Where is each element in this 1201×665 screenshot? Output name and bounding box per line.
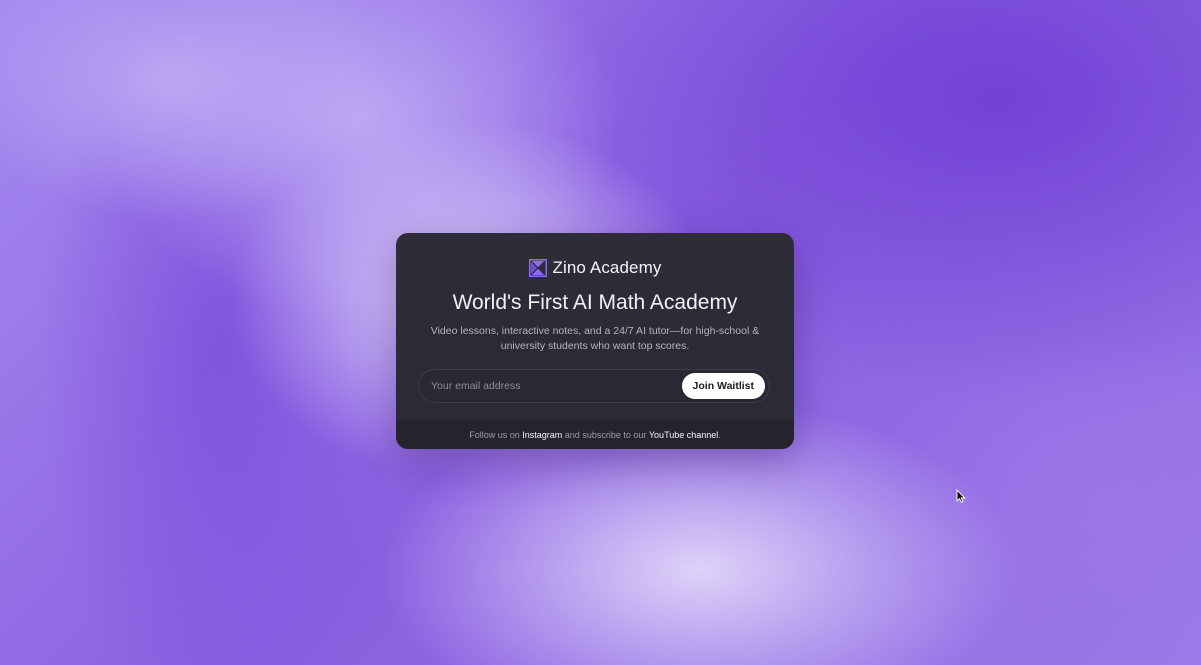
- youtube-channel-link[interactable]: YouTube channel: [649, 430, 718, 440]
- brand-name-strong: Zino: [552, 258, 586, 277]
- join-waitlist-button[interactable]: Join Waitlist: [681, 373, 765, 399]
- brand-name: Zino Academy: [553, 258, 662, 278]
- waitlist-card: Zino Academy World's First AI Math Acade…: [396, 233, 794, 449]
- social-footer: Follow us on Instagram and subscribe to …: [396, 421, 794, 449]
- page-title: World's First AI Math Academy: [452, 291, 738, 314]
- email-field[interactable]: [431, 370, 681, 402]
- zino-logo-icon: [528, 259, 547, 277]
- page-subtitle: Video lessons, interactive notes, and a …: [430, 325, 760, 352]
- footer-text-prefix: Follow us on: [469, 430, 520, 440]
- brand-name-light: Academy: [589, 258, 662, 277]
- waitlist-form: Join Waitlist: [418, 369, 770, 403]
- mouse-cursor-icon: [956, 488, 966, 504]
- footer-text-middle: and subscribe to our: [564, 430, 647, 440]
- brand-logo: Zino Academy: [396, 257, 794, 279]
- footer-text-suffix: .: [718, 430, 721, 440]
- instagram-link[interactable]: Instagram: [522, 430, 562, 440]
